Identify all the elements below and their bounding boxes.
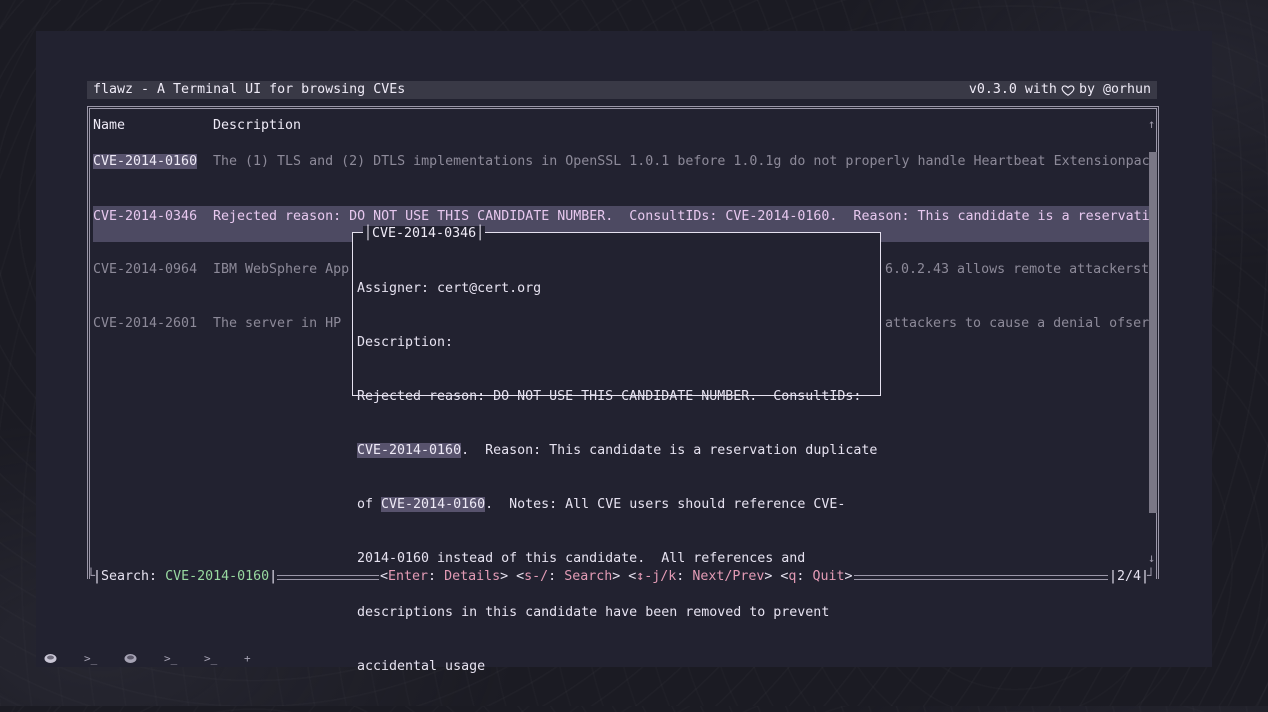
scroll-up-arrow-icon[interactable]: ↑ xyxy=(1148,117,1155,131)
taskbar: >_ >_ >_ + xyxy=(40,650,280,666)
column-header-name: Name xyxy=(93,118,126,133)
row-cve-id[interactable]: CVE-2014-0346 xyxy=(93,209,197,224)
hint-nav-key: ↕-j/k xyxy=(636,569,677,584)
scrollbar-thumb[interactable] xyxy=(1149,152,1157,513)
hint-nav-action[interactable]: Next/Prev xyxy=(692,569,764,584)
row-description-right: 6.0.2.43 allows remote attackerst xyxy=(885,262,1149,277)
hint-enter-action[interactable]: Details xyxy=(444,569,500,584)
version-prefix: v0.3.0 with xyxy=(968,82,1057,97)
popup-line-text: . Notes: All CVE users should reference … xyxy=(485,497,846,512)
footer-hints: <Enter: Details> <s-/: Search> <↕-j/k: N… xyxy=(380,569,853,584)
popup-cve-link[interactable]: CVE-2014-0160 xyxy=(381,497,486,512)
column-header-description: Description xyxy=(213,118,302,133)
popup-assigner: Assigner: cert@cert.org xyxy=(357,281,542,296)
footer-divider xyxy=(277,575,379,580)
hint-quit-action[interactable]: Quit xyxy=(812,569,844,584)
row-cve-id[interactable]: CVE-2014-2601 xyxy=(93,316,197,331)
terminal-icon[interactable]: >_ xyxy=(200,650,240,666)
version-suffix: by @orhun xyxy=(1078,82,1151,97)
popup-line: CVE-2014-0160. Reason: This candidate is… xyxy=(357,442,877,460)
plus-icon[interactable]: + xyxy=(240,650,280,666)
footer-divider xyxy=(854,575,1108,580)
popup-title: │CVE-2014-0346│ xyxy=(363,226,486,241)
popup-line: descriptions in this candidate have been… xyxy=(357,605,830,620)
footer-corner-right: ┘ xyxy=(1147,569,1156,584)
row-description-left: IBM WebSphere App xyxy=(213,262,350,277)
popup-line: Rejected reason: DO NOT USE THIS CANDIDA… xyxy=(357,389,862,404)
row-description-left: The server in HP xyxy=(213,316,342,331)
table-row[interactable]: CVE-2014-0160 The (1) TLS and (2) DTLS i… xyxy=(93,148,1149,184)
search-value[interactable]: CVE-2014-0160 xyxy=(165,569,269,584)
popup-line: accidental usage xyxy=(357,659,486,674)
hint-enter-key: Enter xyxy=(388,569,429,584)
row-description: The (1) TLS and (2) DTLS implementations… xyxy=(213,154,1149,169)
popup-cve-link[interactable]: CVE-2014-0160 xyxy=(357,443,462,458)
app-title: flawz - A Terminal UI for browsing CVEs xyxy=(93,82,406,97)
footer-bar: └ |Search: CVE-2014-0160| <Enter: Detail… xyxy=(87,568,1157,586)
row-description: Rejected reason: DO NOT USE THIS CANDIDA… xyxy=(213,209,1149,224)
page-count: 2/4 xyxy=(1117,569,1142,584)
hint-search-action[interactable]: Search xyxy=(564,569,612,584)
popup-line: of CVE-2014-0160. Notes: All CVE users s… xyxy=(357,496,877,514)
popup-title-text: CVE-2014-0346 xyxy=(372,226,477,241)
heart-icon xyxy=(1061,84,1075,96)
search-box[interactable]: |Search: CVE-2014-0160| xyxy=(93,569,277,584)
popup-line-text: of xyxy=(357,497,382,512)
popup-description-label: Description: xyxy=(357,335,454,350)
hint-search-key: s-/ xyxy=(524,569,549,584)
terminal-icon[interactable]: >_ xyxy=(160,650,200,666)
app-title-bar: flawz - A Terminal UI for browsing CVEs … xyxy=(87,81,1157,99)
popup-line-text: . Reason: This candidate is a reservatio… xyxy=(461,443,878,458)
row-cve-id[interactable]: CVE-2014-0160 xyxy=(93,154,198,169)
version-info: v0.3.0 with by @orhun xyxy=(969,82,1151,97)
terminal-icon[interactable]: >_ xyxy=(80,650,120,666)
page-indicator: |2/4| xyxy=(1109,569,1150,584)
popup-line: 2014-0160 instead of this candidate. All… xyxy=(357,551,806,566)
search-label: Search: xyxy=(101,569,166,584)
row-cve-id[interactable]: CVE-2014-0964 xyxy=(93,262,197,277)
scroll-down-arrow-icon[interactable]: ↓ xyxy=(1148,551,1155,565)
popup-body: Assigner: cert@cert.org Description: Rej… xyxy=(357,244,877,712)
cve-details-popup: │CVE-2014-0346│ Assigner: cert@cert.org … xyxy=(352,226,881,674)
row-description-right: attackers to cause a denial ofser xyxy=(885,316,1149,331)
disk-icon[interactable] xyxy=(120,650,160,666)
disk-icon[interactable] xyxy=(40,650,80,666)
